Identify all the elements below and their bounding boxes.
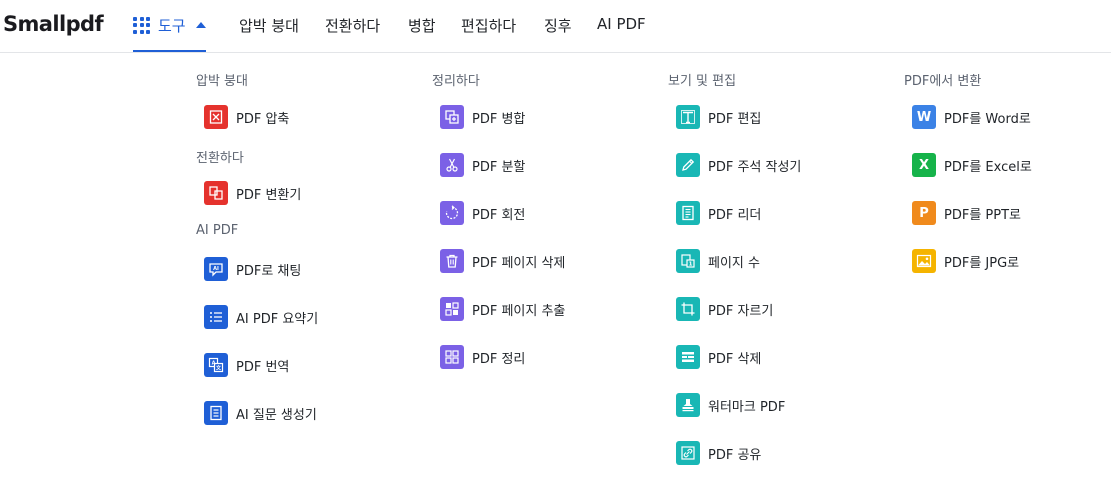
question-doc-icon bbox=[204, 401, 228, 425]
ppt-icon: P bbox=[912, 201, 936, 225]
section-title-organize: 정리하다 bbox=[432, 74, 480, 89]
menu-item-pdf-to-ppt[interactable]: P PDF를 PPT로 bbox=[912, 200, 1021, 226]
nav-ai-pdf[interactable]: AI PDF bbox=[597, 15, 646, 33]
menu-item-extract-pages[interactable]: PDF 페이지 추출 bbox=[440, 296, 565, 322]
redact-icon bbox=[676, 345, 700, 369]
tools-menu-button[interactable]: 도구 bbox=[133, 0, 206, 52]
scissors-icon bbox=[440, 153, 464, 177]
menu-item-page-numbers[interactable]: 1 페이지 수 bbox=[676, 248, 760, 274]
section-title-ai-pdf: AI PDF bbox=[196, 223, 239, 238]
menu-item-pdf-reader[interactable]: PDF 리더 bbox=[676, 200, 761, 226]
caret-up-icon bbox=[195, 22, 206, 28]
compress-icon bbox=[204, 105, 228, 129]
menu-item-rotate-pdf[interactable]: PDF 회전 bbox=[440, 200, 525, 226]
menu-item-chat-pdf[interactable]: AI PDF로 채팅 bbox=[204, 256, 301, 282]
menu-item-delete-pages[interactable]: PDF 페이지 삭제 bbox=[440, 248, 565, 274]
translate-icon: A文 bbox=[204, 353, 228, 377]
menu-item-pdf-to-word[interactable]: W PDF를 Word로 bbox=[912, 104, 1031, 130]
menu-item-organize-pdf[interactable]: PDF 정리 bbox=[440, 344, 525, 370]
reader-icon bbox=[676, 201, 700, 225]
tools-label: 도구 bbox=[158, 16, 186, 35]
nav-edit[interactable]: 편집하다 bbox=[461, 15, 516, 36]
extract-icon bbox=[440, 297, 464, 321]
list-icon bbox=[204, 305, 228, 329]
pen-icon bbox=[676, 153, 700, 177]
trash-icon bbox=[440, 249, 464, 273]
nav-compress[interactable]: 압박 붕대 bbox=[239, 15, 299, 36]
text-icon bbox=[676, 105, 700, 129]
menu-item-watermark-pdf[interactable]: 워터마크 PDF bbox=[676, 392, 785, 418]
share-icon bbox=[676, 441, 700, 465]
svg-text:AI: AI bbox=[213, 266, 219, 272]
menu-item-merge-pdf[interactable]: PDF 병합 bbox=[440, 104, 525, 130]
top-navigation-bar: Smallpdf 도구 압박 붕대 전환하다 병합 편집하다 징후 AI PDF bbox=[0, 0, 1111, 53]
smallpdf-logo[interactable]: Smallpdf bbox=[3, 12, 104, 36]
section-title-view-edit: 보기 및 편집 bbox=[668, 74, 737, 89]
menu-item-ai-summarizer[interactable]: AI PDF 요약기 bbox=[204, 304, 318, 330]
merge-icon bbox=[440, 105, 464, 129]
jpg-icon bbox=[912, 249, 936, 273]
convert-icon bbox=[204, 181, 228, 205]
page-number-icon: 1 bbox=[676, 249, 700, 273]
menu-item-split-pdf[interactable]: PDF 분할 bbox=[440, 152, 525, 178]
word-icon: W bbox=[912, 105, 936, 129]
rotate-icon bbox=[440, 201, 464, 225]
menu-item-translate-pdf[interactable]: A文 PDF 번역 bbox=[204, 352, 289, 378]
excel-icon: X bbox=[912, 153, 936, 177]
menu-item-pdf-to-excel[interactable]: X PDF를 Excel로 bbox=[912, 152, 1032, 178]
menu-item-edit-pdf[interactable]: PDF 편집 bbox=[676, 104, 761, 130]
menu-item-redact-pdf[interactable]: PDF 삭제 bbox=[676, 344, 761, 370]
svg-text:1: 1 bbox=[689, 262, 693, 268]
section-title-convert-from-pdf: PDF에서 변환 bbox=[904, 74, 982, 89]
crop-icon bbox=[676, 297, 700, 321]
menu-item-crop-pdf[interactable]: PDF 자르기 bbox=[676, 296, 773, 322]
menu-item-pdf-to-jpg[interactable]: PDF를 JPG로 bbox=[912, 248, 1019, 274]
section-title-convert: 전환하다 bbox=[196, 151, 244, 166]
nav-convert[interactable]: 전환하다 bbox=[325, 15, 380, 36]
nav-sign[interactable]: 징후 bbox=[544, 15, 572, 36]
stamp-icon bbox=[676, 393, 700, 417]
nav-merge[interactable]: 병합 bbox=[408, 15, 436, 36]
menu-item-share-pdf[interactable]: PDF 공유 bbox=[676, 440, 761, 466]
menu-item-pdf-converter[interactable]: PDF 변환기 bbox=[204, 180, 301, 206]
menu-item-ai-question-generator[interactable]: AI 질문 생성기 bbox=[204, 400, 317, 426]
grid-icon bbox=[133, 16, 150, 34]
organize-icon bbox=[440, 345, 464, 369]
svg-text:A: A bbox=[212, 361, 216, 367]
section-title-compress: 압박 붕대 bbox=[196, 74, 248, 89]
menu-item-annotate-pdf[interactable]: PDF 주석 작성기 bbox=[676, 152, 801, 178]
menu-item-compress-pdf[interactable]: PDF 압축 bbox=[204, 104, 289, 130]
chat-ai-icon: AI bbox=[204, 257, 228, 281]
